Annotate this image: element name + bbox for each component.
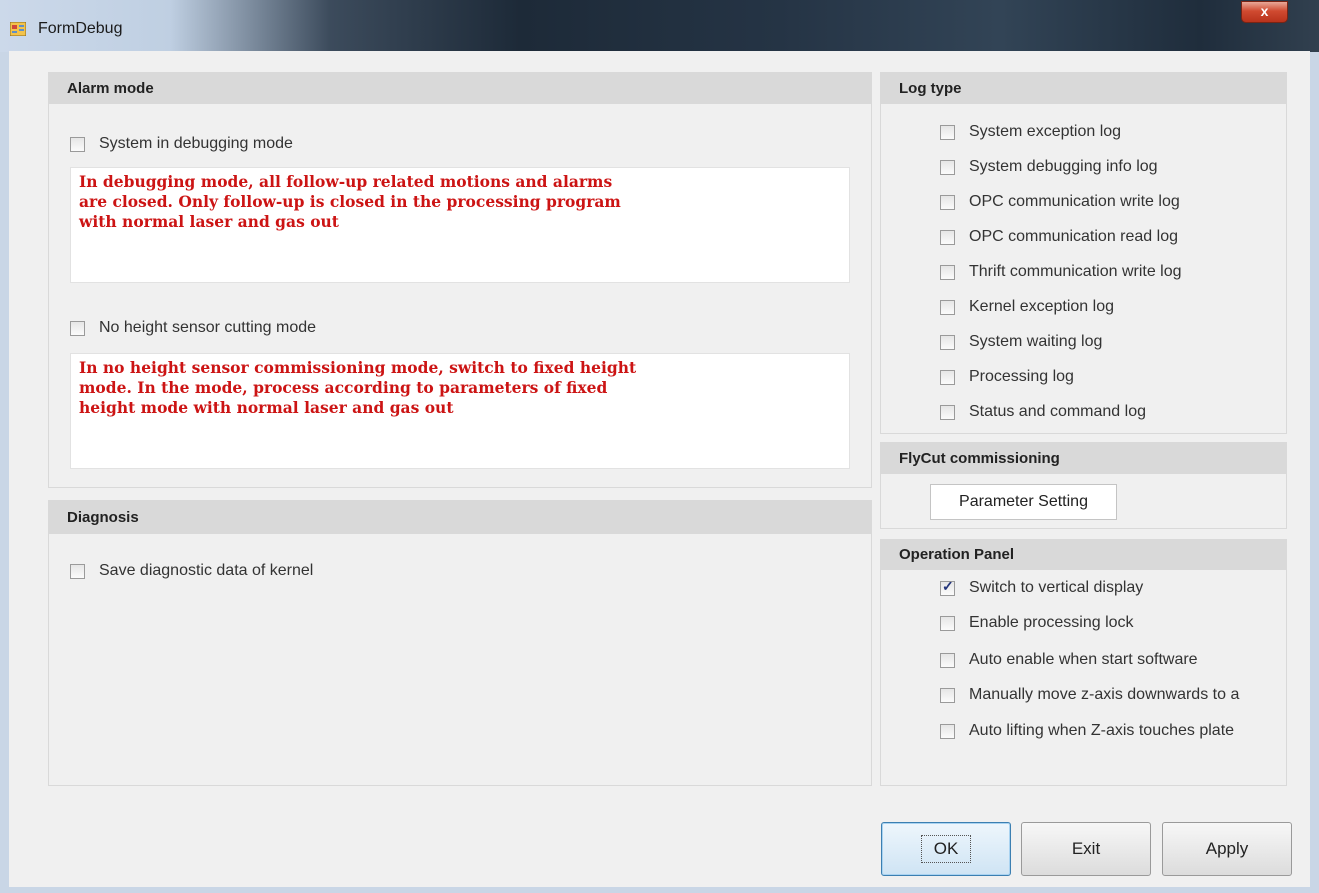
apply-button[interactable]: Apply	[1162, 822, 1292, 876]
checkbox-box[interactable]	[940, 404, 955, 420]
checkbox-box[interactable]	[940, 369, 955, 385]
title-bar[interactable]: FormDebug x	[0, 0, 1319, 52]
checkbox-box[interactable]	[940, 194, 955, 210]
no-height-sensor-checkbox[interactable]: No height sensor cutting mode	[70, 317, 316, 339]
auto-lifting-checkbox[interactable]: Auto lifting when Z-axis touches plate	[940, 720, 1287, 742]
checkbox-label: OPC communication write log	[969, 193, 1180, 210]
checkmark-icon[interactable]	[940, 578, 955, 596]
checkbox-label: Thrift communication write log	[969, 263, 1182, 280]
checkbox-label: System exception log	[969, 123, 1122, 140]
ok-button-label: OK	[920, 835, 972, 863]
checkbox-label: Manually move z-axis downwards to a	[969, 686, 1240, 703]
checkbox-label: Auto lifting when Z-axis touches plate	[969, 722, 1235, 739]
checkbox-box[interactable]	[940, 124, 955, 140]
checkbox-label: No height sensor cutting mode	[99, 319, 317, 336]
ok-button[interactable]: OK	[881, 822, 1011, 876]
checkbox-label: Switch to vertical display	[969, 579, 1144, 596]
log-processing-checkbox[interactable]: Processing log	[940, 366, 1074, 388]
checkbox-box[interactable]	[70, 320, 85, 336]
save-diagnostic-checkbox[interactable]: Save diagnostic data of kernel	[70, 560, 313, 582]
checkbox-label: System in debugging mode	[99, 135, 293, 152]
checkbox-box[interactable]	[940, 299, 955, 315]
manual-z-axis-checkbox[interactable]: Manually move z-axis downwards to a	[940, 684, 1287, 706]
log-type-header: Log type	[881, 73, 1286, 104]
parameter-setting-button[interactable]: Parameter Setting	[930, 484, 1117, 520]
checkbox-label: System waiting log	[969, 333, 1103, 350]
log-kernel-exception-checkbox[interactable]: Kernel exception log	[940, 296, 1114, 318]
alarm-mode-header: Alarm mode	[49, 73, 871, 104]
log-system-debugging-checkbox[interactable]: System debugging info log	[940, 156, 1158, 178]
checkbox-box[interactable]	[940, 723, 955, 739]
checkbox-label: Enable processing lock	[969, 614, 1134, 631]
checkbox-label: Status and command log	[969, 403, 1146, 420]
checkbox-label: System debugging info log	[969, 158, 1158, 175]
log-status-command-checkbox[interactable]: Status and command log	[940, 401, 1146, 423]
checkbox-label: Auto enable when start software	[969, 651, 1198, 668]
auto-enable-checkbox[interactable]: Auto enable when start software	[940, 649, 1287, 671]
checkbox-box[interactable]	[940, 229, 955, 245]
log-system-waiting-checkbox[interactable]: System waiting log	[940, 331, 1102, 353]
debug-mode-description: In debugging mode, all follow-up related…	[70, 167, 850, 283]
log-opc-read-checkbox[interactable]: OPC communication read log	[940, 226, 1178, 248]
checkbox-label: Save diagnostic data of kernel	[99, 562, 314, 579]
vertical-display-checkbox[interactable]: Switch to vertical display	[940, 577, 1287, 599]
no-height-sensor-description: In no height sensor commissioning mode, …	[70, 353, 850, 469]
checkbox-box[interactable]	[940, 159, 955, 175]
close-button[interactable]: x	[1241, 1, 1288, 23]
processing-lock-checkbox[interactable]: Enable processing lock	[940, 612, 1287, 634]
log-thrift-write-checkbox[interactable]: Thrift communication write log	[940, 261, 1182, 283]
flycut-header: FlyCut commissioning	[881, 443, 1286, 474]
exit-button[interactable]: Exit	[1021, 822, 1151, 876]
checkbox-box[interactable]	[70, 563, 85, 579]
diagnosis-header: Diagnosis	[49, 501, 871, 534]
checkbox-box[interactable]	[940, 264, 955, 280]
checkbox-box[interactable]	[70, 136, 85, 152]
window-title: FormDebug	[38, 20, 123, 37]
log-opc-write-checkbox[interactable]: OPC communication write log	[940, 191, 1180, 213]
checkbox-box[interactable]	[940, 334, 955, 350]
checkbox-box[interactable]	[940, 615, 955, 631]
form-app-icon	[10, 22, 26, 36]
operation-panel-header: Operation Panel	[881, 540, 1286, 570]
log-system-exception-checkbox[interactable]: System exception log	[940, 121, 1121, 143]
diagnosis-group: Diagnosis	[48, 500, 872, 786]
close-icon: x	[1260, 3, 1269, 19]
checkbox-label: OPC communication read log	[969, 228, 1178, 245]
checkbox-box[interactable]	[940, 652, 955, 668]
checkbox-label: Kernel exception log	[969, 298, 1114, 315]
debug-mode-checkbox[interactable]: System in debugging mode	[70, 133, 293, 155]
checkbox-box[interactable]	[940, 687, 955, 703]
checkbox-label: Processing log	[969, 368, 1074, 385]
